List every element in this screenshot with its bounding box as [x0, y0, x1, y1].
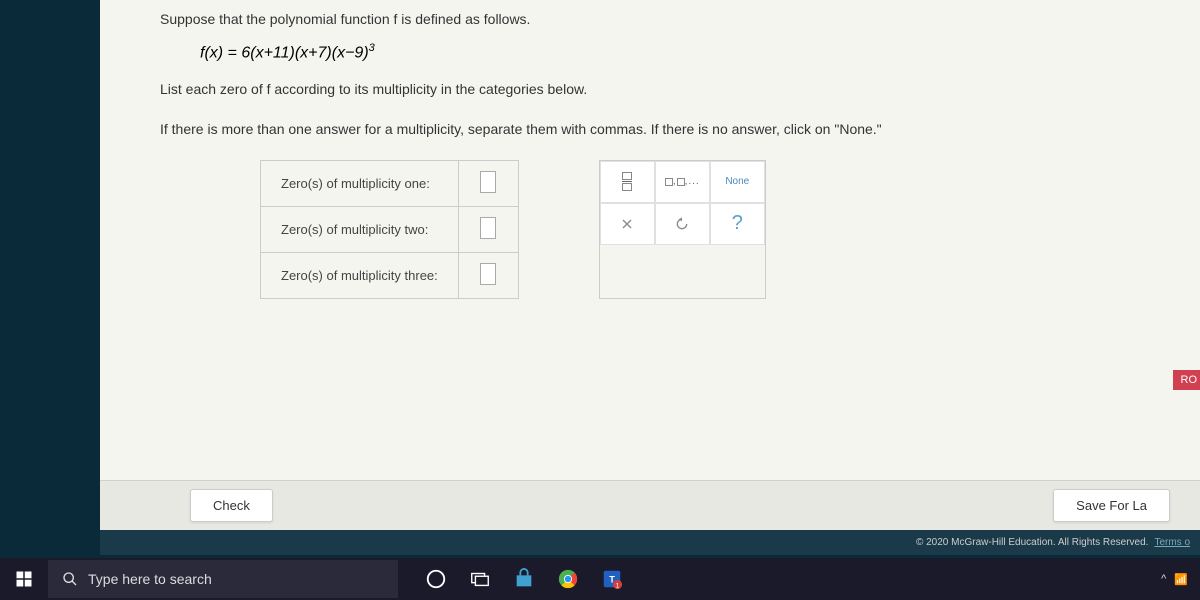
table-row: Zero(s) of multiplicity one:: [261, 160, 519, 206]
side-badge: RO: [1173, 370, 1200, 390]
comma-list-tool[interactable]: ,,...: [655, 161, 710, 203]
app-icon[interactable]: T1: [594, 561, 630, 597]
row-label: Zero(s) of multiplicity three:: [261, 252, 459, 298]
system-tray[interactable]: ^ 📶: [1157, 558, 1192, 600]
svg-text:1: 1: [616, 582, 620, 589]
toolbox: ,,... None ?: [599, 160, 766, 299]
search-input[interactable]: Type here to search: [48, 560, 398, 598]
answer-input-3[interactable]: [480, 263, 496, 285]
subinstruction: If there is more than one answer for a m…: [160, 103, 1170, 155]
chevron-up-icon[interactable]: ^: [1161, 573, 1166, 585]
answer-table: Zero(s) of multiplicity one: Zero(s) of …: [260, 160, 519, 299]
button-bar: Check Save For La: [100, 480, 1200, 530]
instruction: List each zero of f according to its mul…: [160, 75, 1170, 103]
reset-icon: [674, 216, 690, 232]
taskbar: Type here to search T1 ^ 📶: [0, 558, 1200, 600]
check-button[interactable]: Check: [190, 489, 273, 522]
start-button[interactable]: [0, 558, 48, 600]
chrome-icon[interactable]: [550, 561, 586, 597]
row-label: Zero(s) of multiplicity one:: [261, 160, 459, 206]
table-row: Zero(s) of multiplicity two:: [261, 206, 519, 252]
answer-input-2[interactable]: [480, 217, 496, 239]
cortana-icon[interactable]: [418, 561, 454, 597]
store-icon[interactable]: [506, 561, 542, 597]
table-row: Zero(s) of multiplicity three:: [261, 252, 519, 298]
save-button[interactable]: Save For La: [1053, 489, 1170, 522]
footer: © 2020 McGraw-Hill Education. All Rights…: [100, 530, 1200, 555]
copyright: © 2020 McGraw-Hill Education. All Rights…: [916, 537, 1148, 548]
close-icon: [619, 216, 635, 232]
search-icon: [62, 571, 78, 587]
windows-icon: [15, 570, 33, 588]
reset-tool[interactable]: [655, 203, 710, 245]
none-button[interactable]: None: [710, 161, 765, 203]
search-placeholder: Type here to search: [88, 571, 212, 587]
help-tool[interactable]: ?: [710, 203, 765, 245]
question-intro: Suppose that the polynomial function f i…: [160, 0, 1170, 30]
answer-input-1[interactable]: [480, 171, 496, 193]
close-tool[interactable]: [600, 203, 655, 245]
row-label: Zero(s) of multiplicity two:: [261, 206, 459, 252]
formula: f(x) = 6(x+11)(x+7)(x−9)3: [160, 30, 1170, 74]
fraction-tool[interactable]: [600, 161, 655, 203]
terms-link[interactable]: Terms o: [1154, 537, 1190, 548]
task-view-icon[interactable]: [462, 561, 498, 597]
network-icon[interactable]: 📶: [1174, 573, 1188, 586]
